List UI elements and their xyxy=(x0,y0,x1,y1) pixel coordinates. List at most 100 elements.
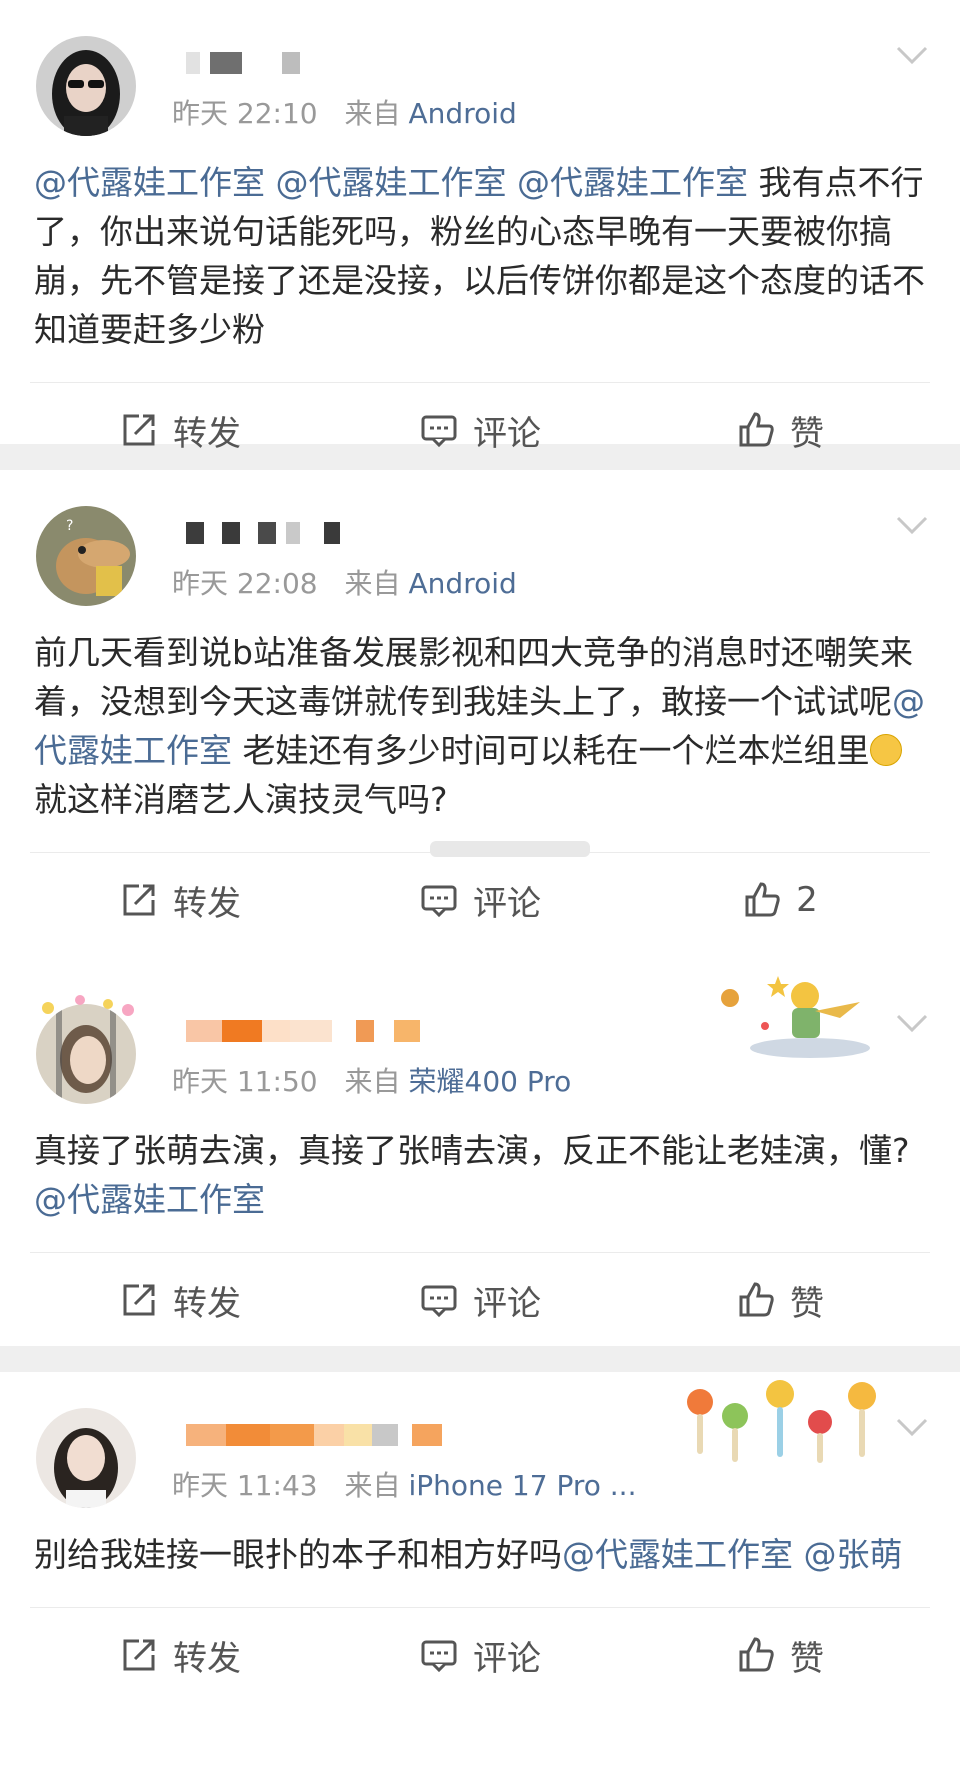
like-button[interactable]: 赞 xyxy=(630,1631,930,1680)
comment-text-segment: 真接了张萌去演，真接了张晴去演，反正不能让老娃演，懂? xyxy=(34,1131,910,1170)
mention-link[interactable]: @代露娃工作室 xyxy=(276,163,507,202)
comment-text: 别给我娃接一眼扑的本子和相方好吗@代露娃工作室 @张萌 xyxy=(0,1492,960,1579)
source-prefix: 来自 xyxy=(344,567,401,600)
comment-label: 评论 xyxy=(473,883,541,924)
comment-button[interactable]: 评论 xyxy=(330,876,630,925)
post-source[interactable]: Android xyxy=(409,97,517,130)
repost-button[interactable]: 转发 xyxy=(30,406,330,455)
post-time: 昨天 22:08 xyxy=(172,567,318,600)
comment-label: 评论 xyxy=(473,1283,541,1324)
comment-header: 昨天 11:43 来自 iPhone 17 Pro ... xyxy=(0,1372,960,1508)
repost-label: 转发 xyxy=(173,413,241,454)
avatar[interactable] xyxy=(36,36,136,136)
like-label: 赞 xyxy=(790,413,824,454)
source-prefix: 来自 xyxy=(344,1065,401,1098)
post-time: 昨天 11:43 xyxy=(172,1469,318,1502)
thinking-face-icon xyxy=(869,734,902,766)
mention-link[interactable]: @代露娃工作室 xyxy=(34,163,265,202)
post-source[interactable]: 荣耀400 Pro xyxy=(409,1065,572,1098)
comment-text-segment xyxy=(265,163,276,202)
chevron-down-icon[interactable] xyxy=(894,508,930,544)
post-source[interactable]: Android xyxy=(409,567,517,600)
comment-text-segment: 前几天看到说b站准备发展影视和四大竞争的消息时还嘲笑来着，没想到今天这毒饼就传到… xyxy=(34,633,913,721)
repost-button[interactable]: 转发 xyxy=(30,876,330,925)
chevron-down-icon[interactable] xyxy=(894,1410,930,1446)
share-icon xyxy=(123,414,155,446)
like-button[interactable]: 赞 xyxy=(630,406,930,455)
repost-label: 转发 xyxy=(173,1638,241,1679)
comment-label: 评论 xyxy=(473,1638,541,1679)
thumbs-up-icon xyxy=(739,412,774,447)
comment-text: 真接了张萌去演，真接了张晴去演，反正不能让老娃演，懂? @代露娃工作室 xyxy=(0,1088,960,1224)
chevron-down-icon[interactable] xyxy=(894,1006,930,1042)
avatar-crown-decoration xyxy=(30,990,140,1020)
post-meta: 昨天 22:10 来自 Android xyxy=(172,92,517,132)
action-bar: 转发 评论 2 xyxy=(30,841,930,947)
comment-text-segment: 就这样消磨艺人演技灵气吗? xyxy=(34,780,448,819)
comment-header: ? 昨天 22:08 来自 Android xyxy=(0,470,960,606)
username-blurred[interactable] xyxy=(186,1020,420,1042)
action-bar: 转发 评论 赞 xyxy=(30,1252,930,1347)
mention-link[interactable]: @代露娃工作室 xyxy=(34,1180,265,1219)
like-label: 赞 xyxy=(790,1283,824,1324)
chevron-down-icon[interactable] xyxy=(894,38,930,74)
share-icon xyxy=(123,1639,155,1671)
share-icon xyxy=(123,1284,155,1316)
fruit-spoons-card-decoration xyxy=(680,1372,890,1472)
repost-button[interactable]: 转发 xyxy=(30,1631,330,1680)
mention-link[interactable]: @张萌 xyxy=(804,1535,903,1574)
comment-text-segment: 老娃还有多少时间可以耗在一个烂本烂组里 xyxy=(232,731,870,770)
post-meta: 昨天 22:08 来自 Android xyxy=(172,562,517,602)
mention-link[interactable]: @代露娃工作室 xyxy=(562,1535,793,1574)
share-icon xyxy=(123,884,155,916)
comment-card: ? 昨天 22:08 来自 Android 前几天看到说b站准备发展影视和四大竞争… xyxy=(0,470,960,968)
repost-label: 转发 xyxy=(173,883,241,924)
comment-card: 昨天 22:10 来自 Android @代露娃工作室 @代露娃工作室 @代露娃工… xyxy=(0,0,960,454)
post-time: 昨天 22:10 xyxy=(172,97,318,130)
action-bar: 转发 评论 赞 xyxy=(30,382,930,477)
comment-button[interactable]: 评论 xyxy=(330,1276,630,1325)
post-source[interactable]: iPhone 17 Pro ... xyxy=(409,1469,637,1502)
comment-icon xyxy=(421,1640,457,1673)
comment-icon xyxy=(421,885,457,918)
weibo-comment-feed: 昨天 22:10 来自 Android @代露娃工作室 @代露娃工作室 @代露娃工… xyxy=(0,0,960,1792)
username-blurred[interactable] xyxy=(186,52,300,74)
comment-card: 昨天 11:50 来自 荣耀400 Pro 真接了张萌去演，真接了张晴去演，反正不… xyxy=(0,968,960,1346)
comment-header: 昨天 22:10 来自 Android xyxy=(0,0,960,136)
watermark xyxy=(430,841,590,857)
source-prefix: 来自 xyxy=(344,1469,401,1502)
comment-button[interactable]: 评论 xyxy=(330,406,630,455)
like-count: 2 xyxy=(796,880,818,920)
post-meta: 昨天 11:50 来自 荣耀400 Pro xyxy=(172,1060,571,1100)
username-blurred[interactable] xyxy=(186,522,340,544)
action-bar: 转发 评论 赞 xyxy=(30,1607,930,1702)
thumbs-up-icon xyxy=(745,882,780,917)
comment-card: 昨天 11:43 来自 iPhone 17 Pro ... 别给我娃接一眼扑的本子… xyxy=(0,1372,960,1792)
svg-text:?: ? xyxy=(66,518,73,534)
like-button[interactable]: 赞 xyxy=(630,1276,930,1325)
repost-label: 转发 xyxy=(173,1283,241,1324)
username-blurred[interactable] xyxy=(186,1424,442,1446)
comment-text: 前几天看到说b站准备发展影视和四大竞争的消息时还嘲笑来着，没想到今天这毒饼就传到… xyxy=(0,590,960,824)
comment-text-segment xyxy=(793,1535,804,1574)
little-prince-card-decoration xyxy=(690,966,880,1061)
mention-link[interactable]: @代露娃工作室 xyxy=(517,163,748,202)
like-button[interactable]: 2 xyxy=(630,880,930,920)
source-prefix: 来自 xyxy=(344,97,401,130)
comment-text-segment xyxy=(507,163,518,202)
comment-label: 评论 xyxy=(473,413,541,454)
repost-button[interactable]: 转发 xyxy=(30,1276,330,1325)
comment-button[interactable]: 评论 xyxy=(330,1631,630,1680)
avatar[interactable] xyxy=(36,1408,136,1508)
post-meta: 昨天 11:43 来自 iPhone 17 Pro ... xyxy=(172,1464,636,1504)
comment-text: @代露娃工作室 @代露娃工作室 @代露娃工作室 我有点不行了，你出来说句话能死吗… xyxy=(0,120,960,354)
comment-header: 昨天 11:50 来自 荣耀400 Pro xyxy=(0,966,960,1104)
thumbs-up-icon xyxy=(739,1282,774,1317)
comment-icon xyxy=(421,1285,457,1318)
comment-text-segment: 别给我娃接一眼扑的本子和相方好吗 xyxy=(34,1535,562,1574)
separator xyxy=(0,1346,960,1372)
avatar[interactable]: ? xyxy=(36,506,136,606)
thumbs-up-icon xyxy=(739,1637,774,1672)
like-label: 赞 xyxy=(790,1638,824,1679)
comment-icon xyxy=(421,415,457,448)
